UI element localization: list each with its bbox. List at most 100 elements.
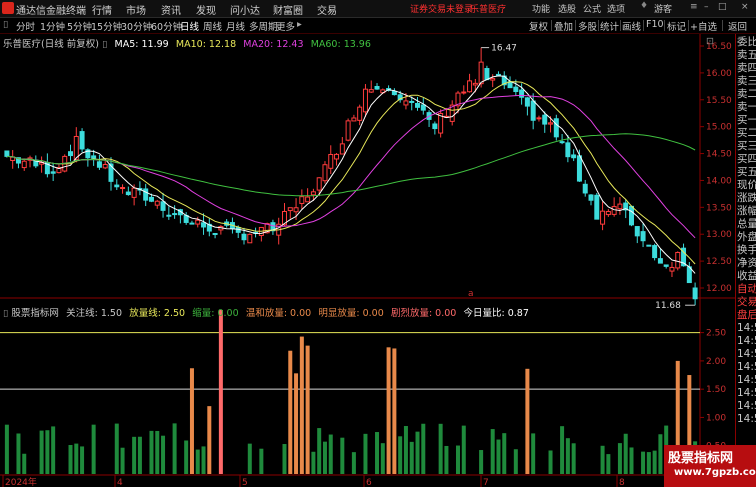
period-15min[interactable]: 15分钟 bbox=[91, 19, 122, 33]
candle-body bbox=[91, 155, 97, 159]
menu-gongneng[interactable]: 功能 bbox=[532, 2, 550, 15]
collapse-icon[interactable]: ▯ bbox=[3, 308, 8, 319]
volume-bar bbox=[299, 336, 304, 474]
quote-panel-item: 总量 bbox=[737, 218, 756, 230]
candle-body bbox=[125, 191, 131, 196]
candle-body bbox=[328, 153, 334, 169]
quote-panel-item: 买三 bbox=[737, 140, 756, 152]
tool-back[interactable]: 返回 bbox=[728, 19, 747, 33]
panel-expand-icon[interactable]: ⊡ bbox=[706, 36, 714, 47]
volume-bar bbox=[479, 450, 484, 474]
candle-body bbox=[611, 206, 617, 215]
volume-bar bbox=[421, 423, 426, 474]
toolbar-divider bbox=[643, 20, 644, 31]
chart-title: 乐普医疗(日线 前复权) bbox=[3, 39, 99, 50]
volume-bar bbox=[560, 426, 565, 474]
maximize-icon[interactable]: □ bbox=[718, 2, 727, 12]
period-monthly[interactable]: 月线 bbox=[226, 19, 245, 33]
volume-bar bbox=[363, 433, 368, 474]
volume-bar bbox=[380, 443, 385, 474]
indicator-tick-label: 2.00 bbox=[706, 357, 726, 367]
tool-huaxian[interactable]: 画线 bbox=[622, 19, 641, 33]
tool-duogu[interactable]: 多股 bbox=[578, 19, 597, 33]
volume-bar bbox=[305, 345, 310, 474]
volume-bar bbox=[629, 447, 634, 474]
period-fenshi[interactable]: 分时 bbox=[16, 19, 35, 33]
candle-body bbox=[472, 82, 478, 86]
collapse-icon[interactable]: ▯ bbox=[102, 39, 107, 50]
candle-body bbox=[68, 151, 74, 157]
guest-label[interactable]: 游客 bbox=[654, 2, 672, 15]
candle-body bbox=[160, 201, 166, 211]
quote-panel-item: 卖二 bbox=[737, 88, 756, 100]
low-label: 11.68 bbox=[655, 301, 681, 311]
menu-icon[interactable]: ≡ bbox=[690, 2, 698, 12]
candle-body bbox=[675, 251, 681, 269]
app-title: 通达信金融终端 bbox=[16, 6, 86, 17]
indicator-label: 缩量: 0.00 bbox=[192, 308, 239, 319]
candle-body bbox=[484, 68, 490, 81]
user-icon[interactable]: ♦ bbox=[640, 1, 648, 11]
period-daily[interactable]: 日线 bbox=[180, 19, 199, 33]
period-multi[interactable]: 多周期 bbox=[249, 19, 278, 33]
menu-hangqing[interactable]: 行情 bbox=[92, 2, 112, 17]
volume-bar bbox=[652, 450, 657, 474]
menu-faxian[interactable]: 发现 bbox=[196, 2, 216, 17]
kline-chart[interactable]: 16.5016.0015.5015.0014.5014.0013.5013.00… bbox=[0, 34, 735, 487]
volume-bar bbox=[658, 434, 663, 474]
tool-fuquan[interactable]: 复权 bbox=[529, 19, 548, 33]
price-tick-label: 15.50 bbox=[706, 96, 732, 106]
volume-bar bbox=[490, 429, 495, 474]
candle-body bbox=[420, 104, 426, 111]
more-chevron-icon[interactable]: ▸ bbox=[297, 19, 302, 30]
high-label: 16.47 bbox=[491, 44, 517, 54]
menu-gongshi[interactable]: 公式 bbox=[583, 2, 601, 15]
quote-panel-item: 涨跌 bbox=[737, 192, 756, 204]
candle-body bbox=[154, 200, 160, 206]
period-5min[interactable]: 5分钟 bbox=[67, 19, 92, 33]
candle-body bbox=[322, 164, 328, 182]
period-60min[interactable]: 60分钟 bbox=[151, 19, 182, 33]
tool-add-watchlist[interactable]: +自选 bbox=[690, 19, 717, 33]
tool-f10[interactable]: F10 bbox=[646, 19, 664, 30]
candle-body bbox=[565, 142, 571, 158]
quote-panel-item: 盘后 bbox=[737, 309, 756, 321]
volume-bar bbox=[114, 423, 119, 474]
candle-body bbox=[189, 222, 195, 225]
candle-body bbox=[102, 164, 108, 169]
candle-body bbox=[339, 143, 345, 155]
menu-xuanxiang[interactable]: 选项 bbox=[607, 2, 625, 15]
menu-shichang[interactable]: 市场 bbox=[126, 2, 146, 17]
menu-caifuquan[interactable]: 财富圈 bbox=[273, 2, 303, 17]
volume-bar bbox=[617, 443, 622, 474]
login-status[interactable]: 证券交易未登录 bbox=[410, 2, 473, 15]
period-30min[interactable]: 30分钟 bbox=[121, 19, 152, 33]
minimize-icon[interactable]: – bbox=[704, 2, 709, 12]
close-icon[interactable]: × bbox=[741, 2, 749, 12]
candle-body bbox=[4, 150, 10, 157]
volume-bar bbox=[409, 441, 414, 474]
watermark-title: 股票指标网 bbox=[668, 451, 734, 466]
tool-biaoji[interactable]: 标记 bbox=[667, 19, 686, 33]
quote-panel-item: 换手 bbox=[737, 244, 756, 256]
ma5-label: MA5: 11.99 bbox=[114, 39, 169, 50]
candle-body bbox=[148, 196, 154, 202]
menu-zixun[interactable]: 资讯 bbox=[161, 2, 181, 17]
volume-bar bbox=[172, 423, 177, 474]
period-weekly[interactable]: 周线 bbox=[203, 19, 222, 33]
tool-diejia[interactable]: 叠加 bbox=[554, 19, 573, 33]
period-more[interactable]: 更多 bbox=[276, 19, 295, 33]
tool-tongji[interactable]: 统计 bbox=[600, 19, 619, 33]
period-1min[interactable]: 1分钟 bbox=[40, 19, 65, 33]
volume-bar bbox=[201, 446, 206, 474]
stock-link[interactable]: 乐普医疗 bbox=[470, 2, 506, 15]
menu-jiaoyi[interactable]: 交易 bbox=[317, 2, 337, 17]
menu-wenxiaoda[interactable]: 问小达 bbox=[230, 2, 260, 17]
menu-xuangu[interactable]: 选股 bbox=[558, 2, 576, 15]
volume-bar bbox=[646, 452, 651, 474]
sidebar-toggle-icon[interactable]: ▯ bbox=[3, 19, 8, 30]
candle-body bbox=[553, 118, 559, 138]
candle-body bbox=[663, 264, 669, 267]
candle-body bbox=[536, 117, 542, 120]
indicator-tick-label: 1.00 bbox=[706, 413, 726, 423]
